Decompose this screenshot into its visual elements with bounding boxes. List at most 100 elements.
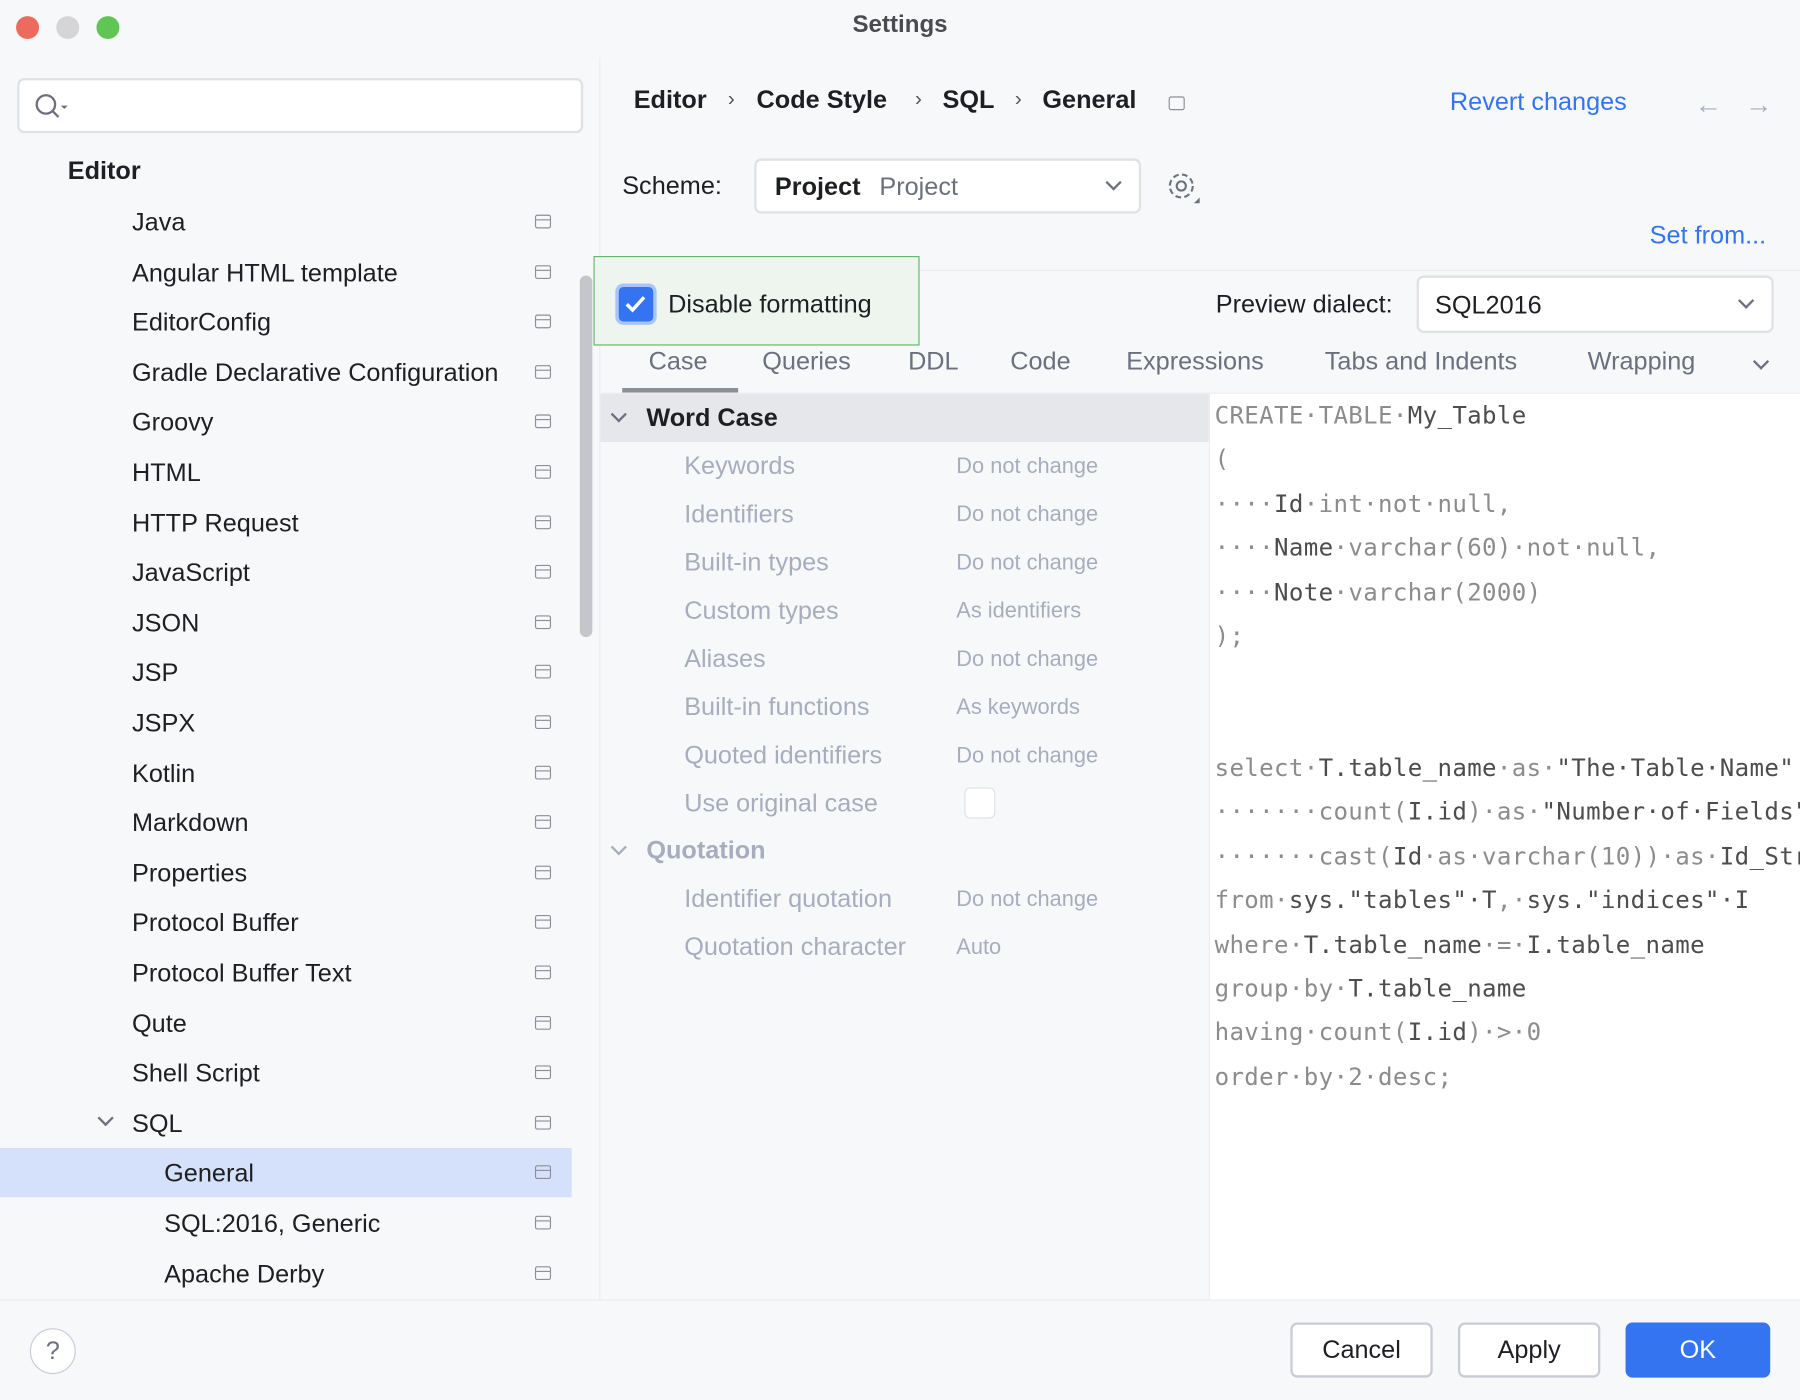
code-line: ····Note·varchar(2000)	[1215, 579, 1542, 607]
more-tabs-chevron-icon[interactable]	[1753, 354, 1769, 370]
revert-changes-link[interactable]: Revert changes	[1450, 87, 1627, 117]
sidebar-item-protocol-buffer[interactable]: Protocol Buffer	[0, 898, 572, 947]
quotation-title: Quotation	[646, 836, 765, 866]
option-built-in-functions-value[interactable]: As keywords	[956, 696, 1080, 721]
sidebar-item-label: Groovy	[132, 398, 526, 447]
project-level-icon	[535, 765, 551, 779]
forward-arrow-icon[interactable]: →	[1745, 90, 1773, 122]
project-level-icon	[535, 1216, 551, 1230]
breadcrumb-sql[interactable]: SQL	[943, 85, 995, 115]
sidebar-item-groovy[interactable]: Groovy	[0, 398, 572, 447]
sidebar-item-apache-derby[interactable]: Apache Derby	[0, 1249, 572, 1298]
sidebar-item-label: JSON	[132, 598, 526, 647]
sidebar-item-qute[interactable]: Qute	[0, 998, 572, 1047]
sidebar-item-editorconfig[interactable]: EditorConfig	[0, 298, 572, 347]
tab-expressions[interactable]: Expressions	[1126, 347, 1264, 377]
word-case-title: Word Case	[646, 403, 777, 433]
expand-chevron-icon[interactable]	[97, 1110, 113, 1126]
breadcrumb-code-style[interactable]: Code Style	[757, 85, 888, 115]
use-original-case-checkbox[interactable]	[964, 788, 995, 819]
option-aliases-value[interactable]: Do not change	[956, 647, 1098, 672]
sidebar-item-label: HTML	[132, 448, 526, 497]
option-custom-types-value[interactable]: As identifiers	[956, 599, 1081, 624]
sidebar-item-javascript[interactable]: JavaScript	[0, 548, 572, 597]
option-quotation-character-label: Quotation character	[684, 932, 906, 962]
option-identifiers-label: Identifiers	[684, 499, 794, 529]
apply-button[interactable]: Apply	[1458, 1322, 1600, 1377]
option-aliases-label: Aliases	[684, 644, 765, 674]
tab-queries[interactable]: Queries	[762, 347, 850, 377]
preview-dialect-dropdown[interactable]: SQL2016	[1417, 276, 1774, 333]
gear-icon[interactable]	[1166, 171, 1203, 205]
project-level-icon	[535, 965, 551, 979]
code-line: CREATE·TABLE·My_Table	[1215, 402, 1527, 430]
preview-dialect-label: Preview dialect:	[1216, 289, 1393, 319]
sidebar-item-label: Gradle Declarative Configuration	[132, 348, 526, 397]
sidebar-item-markdown[interactable]: Markdown	[0, 798, 572, 847]
ok-button[interactable]: OK	[1626, 1322, 1771, 1377]
set-from-link[interactable]: Set from...	[1650, 220, 1767, 250]
sidebar-item-label: Properties	[132, 848, 526, 897]
code-line: ·······count(I.id)·as·"Number·of·Fields"	[1215, 798, 1800, 826]
sidebar-item-label: Markdown	[132, 798, 526, 847]
sidebar-item-label: EditorConfig	[132, 298, 526, 347]
preview-dialect-value: SQL2016	[1435, 290, 1542, 320]
tab-ddl[interactable]: DDL	[908, 347, 959, 377]
project-level-icon	[535, 415, 551, 429]
breadcrumb-separator: ›	[728, 87, 735, 111]
scheme-dropdown[interactable]: Project Project	[754, 158, 1141, 213]
sidebar-item-shell-script[interactable]: Shell Script	[0, 1048, 572, 1097]
sidebar-item-jsp[interactable]: JSP	[0, 648, 572, 697]
help-button[interactable]: ?	[30, 1328, 76, 1374]
sidebar-item-label: Angular HTML template	[132, 248, 526, 297]
sidebar-item-properties[interactable]: Properties	[0, 848, 572, 897]
option-quoted-identifiers-label: Quoted identifiers	[684, 740, 882, 770]
option-keywords-label: Keywords	[684, 451, 795, 481]
sidebar-item-sql[interactable]: SQL	[0, 1098, 572, 1147]
breadcrumb-separator: ›	[915, 87, 922, 111]
sidebar-item-general[interactable]: General	[0, 1148, 572, 1197]
sidebar-item-html[interactable]: HTML	[0, 448, 572, 497]
code-line: (	[1215, 445, 1230, 473]
project-level-icon	[535, 1166, 551, 1180]
sidebar-item-gradle-declarative-configuration[interactable]: Gradle Declarative Configuration	[0, 348, 572, 397]
sidebar-item-kotlin[interactable]: Kotlin	[0, 748, 572, 797]
sidebar-item-http-request[interactable]: HTTP Request	[0, 498, 572, 547]
sidebar-scrollbar[interactable]	[580, 276, 593, 638]
disable-formatting-checkbox[interactable]	[615, 284, 656, 325]
option-quotation-character-value[interactable]: Auto	[956, 936, 1001, 961]
option-built-in-types-value[interactable]: Do not change	[956, 551, 1098, 576]
checkmark-icon	[619, 287, 653, 321]
sidebar-item-protocol-buffer-text[interactable]: Protocol Buffer Text	[0, 948, 572, 997]
search-input[interactable]	[17, 78, 583, 133]
sidebar-item-java[interactable]: Java	[0, 197, 572, 246]
code-line: from·sys."tables"·T,·sys."indices"·I	[1215, 886, 1750, 914]
sidebar-item-label: Apache Derby	[164, 1249, 526, 1298]
project-level-icon	[535, 1066, 551, 1080]
back-arrow-icon[interactable]: ←	[1694, 90, 1722, 122]
tab-code[interactable]: Code	[1010, 347, 1070, 377]
sidebar-section-editor[interactable]: Editor	[68, 156, 141, 186]
option-quoted-identifiers-value[interactable]: Do not change	[956, 744, 1098, 769]
breadcrumb-general: General	[1042, 85, 1136, 115]
sidebar-item-label: Shell Script	[132, 1048, 526, 1097]
sidebar-item-label: Protocol Buffer	[132, 898, 526, 947]
option-identifiers-value[interactable]: Do not change	[956, 503, 1098, 528]
option-keywords-value[interactable]: Do not change	[956, 455, 1098, 480]
code-line: select·T.table_name·as·"The·Table·Name"	[1215, 754, 1795, 782]
sidebar-item-json[interactable]: JSON	[0, 598, 572, 647]
tab-tabs-and-indents[interactable]: Tabs and Indents	[1325, 347, 1517, 377]
tab-case[interactable]: Case	[649, 347, 708, 377]
collapse-chevron-icon[interactable]	[611, 839, 627, 855]
tab-wrapping[interactable]: Wrapping	[1588, 347, 1696, 377]
code-line: ·······cast(Id·as·varchar(10))·as·Id_Str…	[1215, 843, 1800, 871]
scheme-label: Scheme:	[622, 171, 722, 201]
sidebar-item-angular-html-template[interactable]: Angular HTML template	[0, 248, 572, 297]
option-built-in-functions-label: Built-in functions	[684, 692, 869, 722]
cancel-button[interactable]: Cancel	[1290, 1322, 1432, 1377]
sidebar-item-sql-2016-generic[interactable]: SQL:2016, Generic	[0, 1199, 572, 1248]
disable-formatting-label[interactable]: Disable formatting	[668, 289, 872, 319]
option-identifier-quotation-value[interactable]: Do not change	[956, 887, 1098, 912]
breadcrumb-editor[interactable]: Editor	[634, 85, 707, 115]
sidebar-item-jspx[interactable]: JSPX	[0, 698, 572, 747]
